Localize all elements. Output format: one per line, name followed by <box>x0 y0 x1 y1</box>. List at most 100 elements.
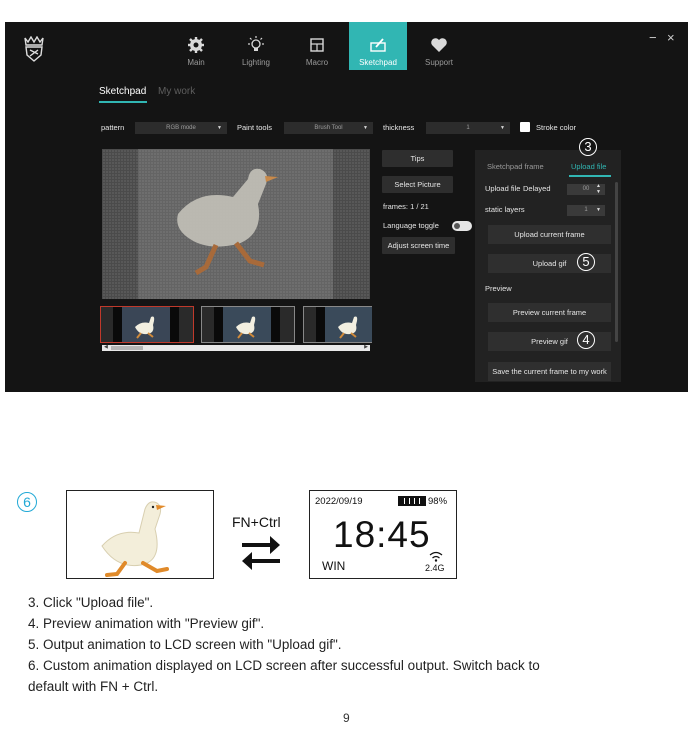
upload-panel: Sketchpad frame Upload file Upload file … <box>475 150 621 382</box>
nav-sketchpad-label: Sketchpad <box>359 58 397 67</box>
panel-tab-underline <box>569 175 611 177</box>
upload-current-frame-button[interactable]: Upload current frame <box>488 225 611 244</box>
nav-macro-label: Macro <box>305 58 329 67</box>
thickness-value: 1 <box>466 125 470 131</box>
frames-strip <box>100 306 372 344</box>
tab-sketchpad-frame[interactable]: Sketchpad frame <box>487 162 544 171</box>
nav-sketchpad[interactable]: Sketchpad <box>349 22 407 70</box>
stroke-color-checkbox[interactable] <box>520 122 530 132</box>
frame-bar <box>170 307 179 342</box>
nav-main[interactable]: Main <box>167 22 225 70</box>
nav-support-label: Support <box>424 58 454 67</box>
thickness-label: thickness <box>383 123 415 132</box>
instruction-line: 5. Output animation to LCD screen with "… <box>28 637 342 652</box>
tab-underline <box>99 101 147 103</box>
duck-drawing <box>177 168 278 276</box>
nav-support[interactable]: Support <box>410 22 468 70</box>
tab-my-work[interactable]: My work <box>158 86 195 97</box>
lcd-wireless-label: 2.4G <box>425 563 445 573</box>
chevron-down-icon: ▼ <box>217 125 222 131</box>
preview-label: Preview <box>485 284 512 293</box>
instruction-line: 6. Custom animation displayed on LCD scr… <box>28 658 540 673</box>
static-layers-dropdown[interactable]: 1 ▼ <box>567 205 605 216</box>
stroke-color-label: Stroke color <box>536 123 577 132</box>
pattern-dropdown[interactable]: RGB mode ▼ <box>135 122 227 134</box>
duck-thumb <box>135 316 155 339</box>
instruction-line: default with FN + Ctrl. <box>28 679 159 694</box>
language-toggle-label: Language toggle <box>383 221 439 230</box>
frame-bar <box>316 307 325 342</box>
switch-arrows-icon <box>242 536 280 570</box>
lcd-time: 18:45 <box>333 514 431 555</box>
drawing-canvas[interactable] <box>102 149 370 299</box>
lcd-mode: WIN <box>322 559 346 573</box>
delayed-stepper[interactable]: 00 ▲ ▼ <box>567 183 605 195</box>
tips-button[interactable]: Tips <box>382 150 453 167</box>
frame-bar <box>113 307 122 342</box>
nav-main-label: Main <box>187 58 205 67</box>
chevron-down-icon: ▼ <box>363 125 368 131</box>
canvas-frame <box>138 149 333 299</box>
nav-macro[interactable]: Macro <box>288 22 346 70</box>
select-picture-button[interactable]: Select Picture <box>382 176 453 193</box>
preview-current-frame-button[interactable]: Preview current frame <box>488 303 611 322</box>
lcd-date: 2022/09/19 <box>315 496 363 507</box>
duck-animation-image <box>101 501 169 577</box>
duck-thumb <box>236 316 256 339</box>
paint-tools-value: Brush Tool <box>314 125 343 131</box>
gear-icon <box>188 37 204 53</box>
nav-lighting-label: Lighting <box>241 58 271 67</box>
sketchpad-icon <box>370 38 386 52</box>
frames-scrollbar[interactable]: ◀ ▶ <box>102 344 370 351</box>
tab-upload-file[interactable]: Upload file <box>571 162 606 171</box>
paint-tools-dropdown[interactable]: Brush Tool ▼ <box>284 122 373 134</box>
panel-scrollbar[interactable] <box>615 182 618 342</box>
bulb-icon <box>248 36 264 51</box>
nav-lighting[interactable]: Lighting <box>227 22 285 70</box>
chevron-down-icon: ▼ <box>500 125 505 131</box>
brand-logo-icon <box>24 36 44 62</box>
frames-counter: frames: 1 / 21 <box>383 202 429 211</box>
pattern-label: pattern <box>101 123 125 132</box>
duck-thumb <box>338 316 358 339</box>
minimize-button[interactable]: − <box>649 30 657 45</box>
frame-thumbnail[interactable] <box>303 306 372 343</box>
frame-bar <box>214 307 223 342</box>
stepper-arrows-icon[interactable]: ▲ ▼ <box>596 183 601 195</box>
page-number: 9 <box>343 711 350 725</box>
static-layers-label: static layers <box>485 205 525 214</box>
adjust-screen-time-button[interactable]: Adjust screen time <box>382 237 455 254</box>
battery-icon <box>398 496 426 506</box>
scroll-right-icon[interactable]: ▶ <box>364 344 368 350</box>
instruction-line: 4. Preview animation with "Preview gif". <box>28 616 265 631</box>
save-current-frame-button[interactable]: Save the current frame to my work <box>488 362 611 381</box>
scroll-left-icon[interactable]: ◀ <box>104 344 108 350</box>
callout-3: 3 <box>579 138 597 156</box>
close-button[interactable]: × <box>667 30 675 45</box>
static-layers-value: 1 <box>584 207 588 213</box>
thickness-dropdown[interactable]: 1 ▼ <box>426 122 510 134</box>
heart-icon <box>431 38 447 52</box>
tab-sketchpad[interactable]: Sketchpad <box>99 86 146 97</box>
delayed-value: 00 <box>582 186 590 192</box>
manual-page: { "app": { "nav": [ {"label": "Main", "i… <box>0 0 692 733</box>
app-window: Main Lighting Macro Sketchpad Support − … <box>5 22 688 392</box>
language-toggle-switch[interactable] <box>452 221 472 231</box>
animation-image-box <box>66 490 214 579</box>
paint-tools-label: Paint tools <box>237 123 273 132</box>
frame-thumbnail[interactable] <box>201 306 295 343</box>
upload-file-label: Upload file <box>485 184 521 193</box>
callout-4: 4 <box>577 331 595 349</box>
frame-bar <box>271 307 280 342</box>
battery-cells <box>400 498 424 504</box>
pattern-value: RGB mode <box>166 125 196 131</box>
battery-percent: 98% <box>428 496 448 507</box>
wireless-icon <box>429 551 443 562</box>
macro-icon <box>310 38 324 52</box>
shortcut-label: FN+Ctrl <box>232 514 281 530</box>
frame-thumbnail[interactable] <box>100 306 194 343</box>
chevron-down-icon: ▼ <box>596 207 601 213</box>
callout-5: 5 <box>577 253 595 271</box>
scroll-thumb[interactable] <box>111 346 143 350</box>
delayed-label: Delayed <box>523 184 551 193</box>
